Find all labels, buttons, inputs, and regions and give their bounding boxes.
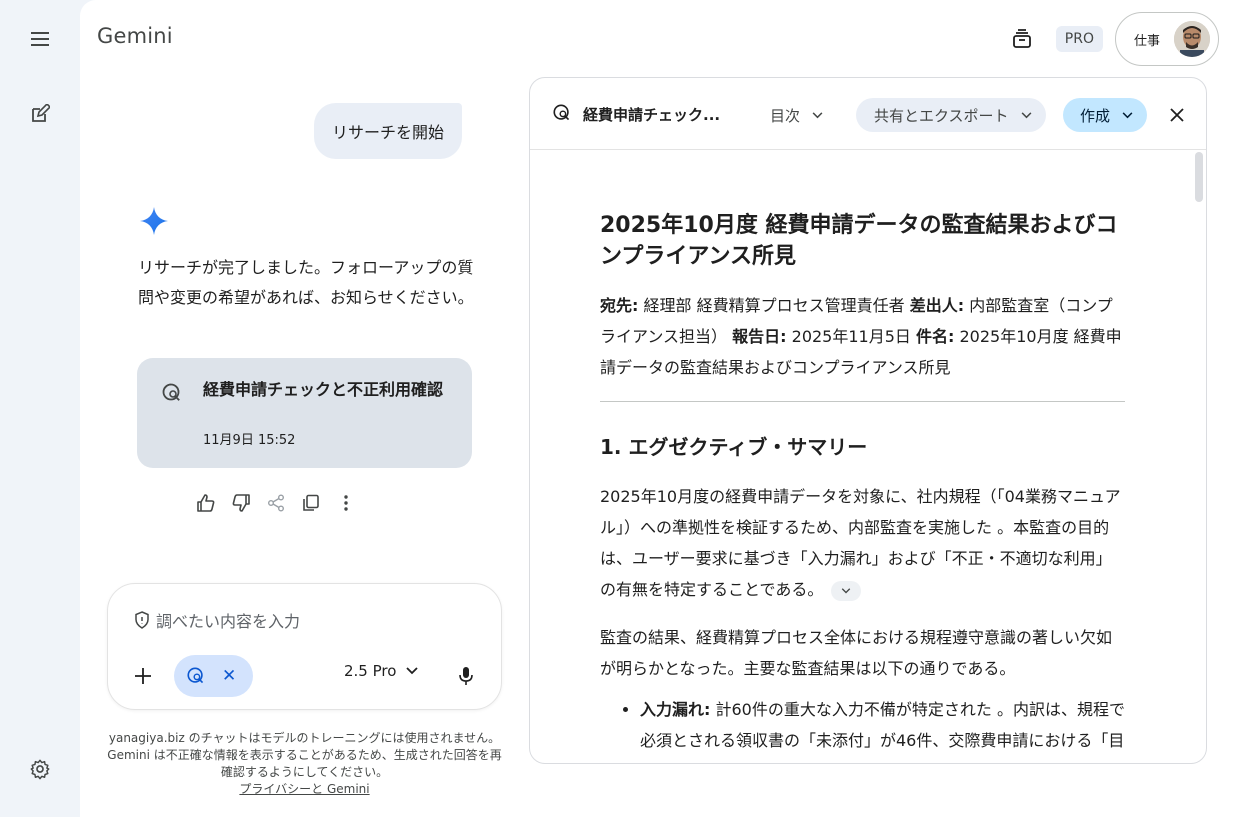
to-value: 経理部 経費精算プロセス管理責任者 [643, 296, 905, 315]
account-chip[interactable]: 仕事 [1114, 12, 1219, 66]
model-label: 2.5 Pro [344, 662, 397, 680]
document-panel-header: 経費申請チェック... 目次 共有とエクスポート 作成 [530, 78, 1206, 150]
toc-label: 目次 [770, 106, 801, 125]
scrollbar[interactable] [1195, 152, 1203, 202]
model-selector[interactable]: 2.5 Pro [344, 662, 419, 680]
chip-close-icon[interactable]: ✕ [222, 666, 236, 686]
more-vert-icon[interactable] [328, 485, 363, 520]
research-card-timestamp: 11月9日 15:52 [203, 433, 296, 448]
history-stack-icon[interactable] [1002, 19, 1042, 59]
to-label: 宛先: [600, 296, 639, 315]
top-bar-actions: PRO 仕事 [1002, 12, 1219, 66]
new-chat-edit-icon[interactable] [20, 94, 60, 134]
chevron-down-icon [1021, 111, 1031, 118]
add-icon[interactable] [123, 656, 163, 696]
divider [600, 401, 1125, 402]
document-panel: 経費申請チェック... 目次 共有とエクスポート 作成 2025年10月度 経費… [529, 77, 1207, 764]
paragraph-text: 2025年10月度の経費申請データを対象に、社内規程（「04業務マニュアル」）へ… [600, 487, 1121, 599]
account-label: 仕事 [1133, 33, 1160, 49]
bullet-label: 入力漏れ: [640, 700, 711, 719]
document-heading: 2025年10月度 経費申請データの監査結果およびコンプライアンス所見 [600, 213, 1118, 269]
research-result-card[interactable]: 経費申請チェックと不正利用確認 11月9日 15:52 [137, 358, 472, 468]
gear-icon[interactable] [20, 749, 60, 789]
left-rail [0, 0, 80, 817]
create-label: 作成 [1080, 106, 1111, 125]
summary-paragraph-1: 2025年10月度の経費申請データを対象に、社内規程（「04業務マニュアル」）へ… [600, 481, 1125, 605]
menu-icon[interactable] [20, 19, 60, 59]
gemini-sparkle-icon [139, 206, 169, 236]
user-message-bubble: リサーチを開始 [314, 103, 463, 159]
avatar [1174, 21, 1210, 57]
section-heading: 1. エグゼクティブ・サマリー [600, 435, 868, 459]
disclaimer: yanagiya.biz のチャットはモデルのトレーニングには使用されません。G… [107, 730, 502, 798]
close-icon[interactable] [1157, 95, 1197, 135]
from-label: 差出人: [909, 296, 965, 315]
chevron-down-icon [842, 587, 851, 593]
copy-icon[interactable] [293, 485, 328, 520]
shield-icon [135, 611, 149, 629]
research-card-title: 経費申請チェックと不正利用確認 [203, 380, 444, 399]
bullet-text: 計60件の重大な入力不備が特定された 。内訳は、規程で必須とされる領収書の「未添… [640, 700, 1125, 763]
assistant-reply: リサーチが完了しました。フォローアップの質問や変更の希望があれば、お知らせくださ… [138, 258, 474, 307]
chevron-down-icon [1122, 111, 1133, 118]
mic-icon[interactable] [446, 656, 486, 696]
app-brand: Gemini [97, 24, 173, 48]
share-export-label: 共有とエクスポート [874, 106, 1009, 125]
citation-expand-chip[interactable] [831, 580, 862, 601]
date-value: 2025年11月5日 [791, 327, 911, 346]
chevron-down-icon [406, 667, 419, 675]
thumbs-down-icon[interactable] [223, 485, 258, 520]
response-actions [188, 485, 363, 520]
subject-label: 件名: [916, 327, 955, 346]
document-meta: 宛先: 経理部 経費精算プロセス管理責任者 差出人: 内部監査室（コンプライアン… [600, 290, 1125, 383]
pro-badge: PRO [1055, 26, 1103, 52]
create-button[interactable]: 作成 [1063, 98, 1148, 132]
document-body: 2025年10月度 経費申請データの監査結果およびコンプライアンス所見 宛先: … [600, 150, 1125, 763]
deep-research-icon [552, 103, 572, 127]
list-item: 入力漏れ: 計60件の重大な入力不備が特定された 。内訳は、規程で必須とされる領… [640, 694, 1125, 763]
disclaimer-text: yanagiya.biz のチャットはモデルのトレーニングには使用されません。G… [107, 731, 502, 779]
deep-research-icon [187, 667, 204, 684]
privacy-link[interactable]: プライバシーと Gemini [239, 782, 369, 796]
chevron-down-icon [812, 111, 823, 118]
main-surface: Gemini PRO 仕事 リサーチを開始 リサーチが完了しました。フォローアッ… [80, 0, 1233, 817]
thumbs-up-icon[interactable] [188, 485, 223, 520]
findings-list: 入力漏れ: 計60件の重大な入力不備が特定された 。内訳は、規程で必須とされる領… [600, 694, 1125, 763]
summary-paragraph-2: 監査の結果、経費精算プロセス全体における規程遵守意識の著しい欠如が明らかとなった… [600, 628, 1113, 678]
share-icon[interactable] [258, 485, 293, 520]
prompt-input[interactable]: 調べたい内容を入力 [134, 608, 300, 632]
share-export-button[interactable]: 共有とエクスポート [856, 98, 1046, 132]
prompt-placeholder: 調べたい内容を入力 [156, 612, 301, 631]
deep-research-chip[interactable]: ✕ [174, 655, 253, 697]
table-of-contents-button[interactable]: 目次 [762, 98, 831, 132]
deep-research-icon [161, 382, 183, 408]
date-label: 報告日: [732, 327, 787, 346]
document-title: 経費申請チェック... [583, 106, 721, 124]
prompt-composer: 調べたい内容を入力 ✕ 2.5 Pro [107, 583, 502, 710]
user-message-text: リサーチを開始 [332, 123, 445, 142]
